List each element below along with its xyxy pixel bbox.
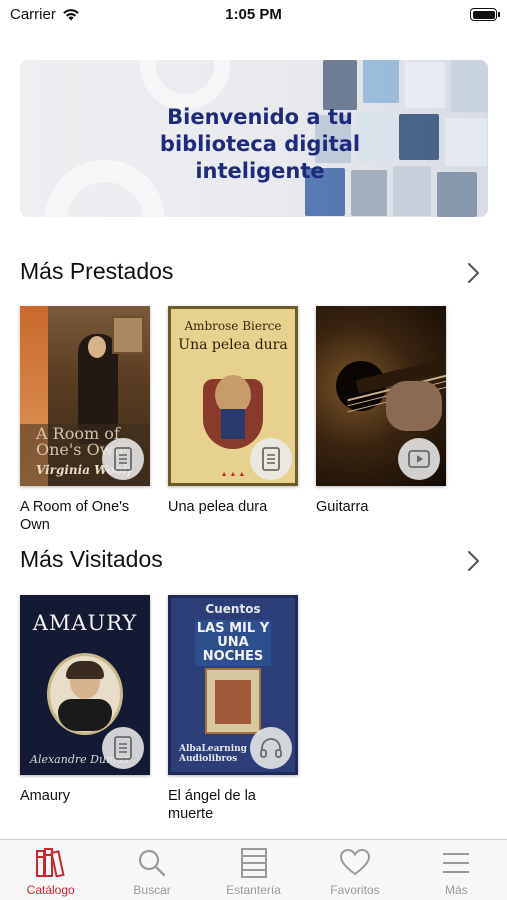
chevron-right-icon[interactable] — [463, 261, 483, 285]
banner-line-2: biblioteca digital inteligente — [159, 132, 361, 183]
section-header-most-visited[interactable]: Más Visitados — [20, 546, 487, 576]
cover-title: Las mil y una noches — [195, 620, 271, 666]
tab-label: Catálogo — [26, 883, 75, 897]
headphones-icon — [250, 727, 292, 769]
search-icon — [139, 849, 166, 877]
decorative-ring — [140, 60, 230, 110]
tab-favorites[interactable]: Favoritos — [304, 840, 405, 900]
book-card[interactable]: Amaury Alexandre Dumas Amaury — [20, 595, 150, 805]
book-cover[interactable]: A Room of One's Own Virginia Woolf — [20, 306, 150, 486]
banner-line-1: Bienvenido a tu — [167, 105, 353, 129]
tab-label: Buscar — [133, 883, 171, 897]
cover-author: Ambrose Bierce — [184, 319, 282, 333]
book-card[interactable]: Ambrose Bierce Una pelea dura ▲ ▲ ▲ Una … — [168, 306, 298, 516]
book-cover[interactable]: Cuentos Las mil y una noches AlbaLearnin… — [168, 595, 298, 775]
cover-kicker: Cuentos — [205, 602, 261, 616]
tab-more[interactable]: Más — [406, 840, 507, 900]
shelf-icon — [240, 848, 267, 878]
heart-icon — [339, 848, 370, 876]
welcome-banner[interactable]: Bienvenido a tu biblioteca digital intel… — [20, 60, 488, 217]
book-card[interactable]: Cuentos Las mil y una noches AlbaLearnin… — [168, 595, 298, 823]
section-title: Más Prestados — [20, 258, 174, 284]
cover-title: Amaury — [32, 611, 138, 635]
document-icon — [102, 438, 144, 480]
tab-label: Estantería — [226, 883, 281, 897]
tab-search[interactable]: Buscar — [101, 840, 202, 900]
book-title[interactable]: Una pelea dura — [168, 498, 298, 516]
book-title[interactable]: A Room of One's Own — [20, 498, 150, 534]
chevron-right-icon[interactable] — [463, 549, 483, 573]
tab-bar: Catálogo Buscar Estantería Favoritos Más — [0, 839, 507, 900]
cover-title: Una pelea dura — [178, 337, 288, 353]
battery-icon — [470, 8, 500, 21]
tab-label: Más — [444, 883, 468, 897]
book-cover[interactable] — [316, 306, 446, 486]
book-cover[interactable]: Amaury Alexandre Dumas — [20, 595, 150, 775]
tab-shelf[interactable]: Estantería — [203, 840, 304, 900]
book-cover[interactable]: Ambrose Bierce Una pelea dura ▲ ▲ ▲ — [168, 306, 298, 486]
document-icon — [102, 727, 144, 769]
book-card[interactable]: A Room of One's Own Virginia Woolf A Roo… — [20, 306, 150, 534]
book-title[interactable]: Guitarra — [316, 498, 446, 516]
book-card[interactable]: Guitarra — [316, 306, 446, 516]
banner-title: Bienvenido a tu biblioteca digital intel… — [100, 104, 420, 185]
tab-catalog[interactable]: Catálogo — [0, 840, 101, 900]
section-header-most-borrowed[interactable]: Más Prestados — [20, 258, 487, 288]
document-icon — [250, 438, 292, 480]
menu-icon — [443, 853, 470, 873]
status-bar: Carrier 1:05 PM — [0, 0, 507, 30]
tab-label: Favoritos — [330, 883, 380, 897]
section-title: Más Visitados — [20, 546, 163, 572]
book-title[interactable]: El ángel de la muerte — [168, 787, 258, 823]
clock: 1:05 PM — [225, 6, 282, 23]
video-icon — [398, 438, 440, 480]
books-icon — [35, 848, 65, 878]
book-title[interactable]: Amaury — [20, 787, 150, 805]
